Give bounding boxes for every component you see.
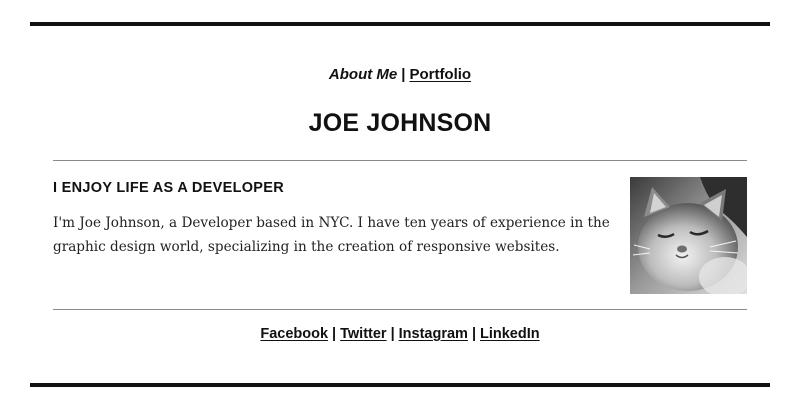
footer-separator: | [471, 326, 476, 342]
divider-top [53, 160, 747, 161]
instagram-link[interactable]: Instagram [399, 326, 468, 342]
twitter-link[interactable]: Twitter [340, 326, 386, 342]
footer-separator: | [332, 326, 337, 342]
kitten-image [630, 177, 747, 294]
nav-portfolio-link[interactable]: Portfolio [409, 66, 471, 83]
section-heading: I ENJOY LIFE AS A DEVELOPER [53, 180, 285, 196]
top-border [30, 22, 770, 26]
bio-text: I'm Joe Johnson, a Developer based in NY… [53, 215, 610, 255]
nav-about-me[interactable]: About Me [329, 66, 397, 83]
nav-separator: | [401, 66, 406, 83]
divider-bottom [53, 309, 747, 310]
profile-photo [630, 177, 747, 294]
facebook-link[interactable]: Facebook [260, 326, 328, 342]
bottom-border [30, 383, 770, 387]
linkedin-link[interactable]: LinkedIn [480, 326, 540, 342]
page-title: JOE JOHNSON [308, 109, 492, 137]
social-links: Facebook | Twitter | Instagram | LinkedIn [0, 325, 800, 343]
top-nav: About Me | Portfolio [0, 66, 800, 84]
footer-separator: | [390, 326, 395, 342]
